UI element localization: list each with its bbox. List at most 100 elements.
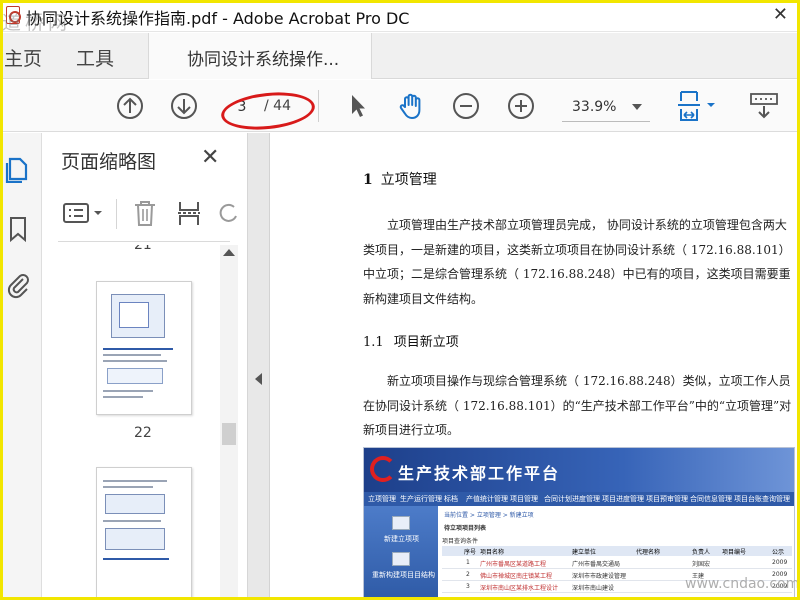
thumbnails-list: 21 22: [58, 245, 222, 600]
embedded-cell: 深圳市南山区某排水工程设计: [480, 585, 559, 592]
embedded-side-label: 重新构建项目目结构: [372, 571, 435, 579]
thumbnail-image-block: [105, 528, 165, 550]
embedded-sidebar: 新建立项项 重新构建项目目结构: [364, 506, 438, 599]
embedded-nav-item: 项目预审管理: [646, 495, 688, 503]
thumbnail-text-line: [103, 354, 161, 356]
embedded-col-header: 负责人: [692, 549, 711, 556]
window-title: 协同设计系统操作指南.pdf - Adobe Acrobat Pro DC: [26, 9, 410, 28]
scroll-up-arrow-icon[interactable]: [223, 249, 235, 256]
embedded-nav-item: 项目台账查询管理: [734, 495, 790, 503]
thumbnail-image-block: [105, 494, 165, 514]
tab-row: 主页 工具 协同设计系统操作...: [0, 33, 800, 79]
page-thumbnails-icon[interactable]: [4, 155, 32, 183]
embedded-cell: 3: [466, 583, 470, 590]
embedded-nav-item: 生产运行管理: [400, 495, 442, 503]
zoom-level-value: 33.9%: [572, 99, 617, 115]
title-bar: 协同设计系统操作指南.pdf - Adobe Acrobat Pro DC ✕: [0, 0, 800, 32]
section-title: 立项管理: [380, 172, 437, 188]
rotate-page-icon[interactable]: [218, 199, 238, 227]
collapse-panel-arrow-icon[interactable]: [255, 373, 262, 385]
tab-home[interactable]: 主页: [4, 44, 42, 71]
thumbnail-text-line: [103, 558, 169, 560]
subsection-title: 项目新立项: [393, 335, 459, 350]
embedded-title: 生产技术部工作平台: [398, 464, 561, 483]
thumbnail-image-block: [107, 368, 163, 384]
thumbnail-text-line: [103, 360, 167, 362]
insert-page-icon[interactable]: [176, 199, 202, 227]
zoom-in-icon: [508, 93, 534, 119]
embedded-table-row: 3 深圳市南山区某排水工程设计 深圳市南山建设 2009: [442, 582, 792, 593]
embedded-filter-label: 项目查询条件: [442, 538, 479, 545]
section-heading: 1 立项管理: [363, 169, 437, 189]
prev-page-button[interactable]: [112, 88, 148, 124]
embedded-side-label: 新建立项项: [384, 535, 419, 543]
scrollbar-thumb[interactable]: [222, 423, 236, 445]
keyboard-scroll-icon: [750, 93, 778, 119]
section-number: 1: [363, 172, 373, 188]
embedded-nav-item: 立项管理: [368, 495, 396, 503]
thumbnail-text-line: [103, 348, 173, 350]
thumbnail-text-line: [103, 396, 143, 398]
thumbnail-label: 22: [134, 425, 152, 441]
embedded-main: 当前位置 > 立项管理 > 新建立项 待立项项目列表 项目查询条件 序号 项目名…: [438, 506, 794, 599]
acrobat-app-icon: [6, 6, 21, 24]
page-thumbnails-panel: 页面缩略图 ✕ 21 22: [43, 133, 248, 600]
embedded-nav: 立项管理 生产运行管理 标档 产值统计管理 项目管理 合同计划进度管理 项目进度…: [364, 492, 794, 506]
hand-tool-icon: [399, 93, 421, 119]
thumbnail-page[interactable]: [96, 467, 192, 600]
embedded-nav-item: 项目进度管理: [602, 495, 644, 503]
prev-page-icon: [117, 93, 143, 119]
tab-document[interactable]: 协同设计系统操作...: [148, 33, 372, 79]
thumbnail-text-line: [103, 480, 167, 482]
embedded-screenshot: 生产技术部工作平台 立项管理 生产运行管理 标档 产值统计管理 项目管理 合同计…: [363, 447, 795, 600]
zoom-in-button[interactable]: [503, 88, 539, 124]
fit-page-icon: [678, 91, 715, 121]
toolbar-divider: [318, 90, 319, 122]
embedded-table-header: 序号 项目名称 建立单位 代理名称 负责人 项目编号 公示: [442, 546, 792, 556]
thumbnail-dialog-block: [119, 302, 149, 328]
zoom-level-dropdown[interactable]: 33.9%: [562, 94, 650, 122]
embedded-cell: 2: [466, 571, 470, 578]
zoom-out-button[interactable]: [448, 88, 484, 124]
thumbnail-label: 21: [134, 245, 152, 253]
embedded-col-header: 项目名称: [480, 549, 505, 556]
document-view: 1 立项管理 立项管理由生产技术部立项管理员完成， 协同设计系统的立项管理包含两大…: [271, 133, 800, 600]
embedded-nav-item: 合同计划进度管理: [544, 495, 600, 503]
zoom-out-icon: [453, 93, 479, 119]
panel-splitter[interactable]: [248, 133, 270, 600]
embedded-nav-item: 产值统计管理: [466, 495, 508, 503]
embedded-cell: 2009: [772, 559, 788, 566]
tab-tools[interactable]: 工具: [76, 44, 114, 71]
select-tool-button[interactable]: [340, 88, 376, 124]
embedded-nav-item: 项目管理: [510, 495, 538, 503]
subsection-number: 1.1: [363, 335, 384, 350]
next-page-button[interactable]: [166, 88, 202, 124]
embedded-cell: 深圳市市政建设管理: [572, 573, 627, 580]
embedded-section-title: 待立项项目列表: [444, 525, 487, 532]
embedded-cell: 2009: [772, 571, 788, 578]
thumbnail-text-line: [103, 486, 153, 488]
embedded-banner: 生产技术部工作平台: [364, 448, 794, 492]
window-close-button[interactable]: ✕: [773, 4, 788, 25]
thumbnail-page[interactable]: [96, 281, 192, 415]
thumbnails-scrollbar[interactable]: [220, 245, 238, 600]
left-icon-rail: [0, 133, 42, 600]
keyboard-scroll-button[interactable]: [744, 88, 784, 124]
embedded-cell: 深圳市南山建设: [572, 585, 615, 592]
attachment-paperclip-icon[interactable]: [4, 271, 32, 299]
panel-toolbar: [58, 195, 238, 235]
subsection-heading: 1.1 项目新立项: [363, 331, 469, 350]
delete-trash-icon[interactable]: [132, 199, 158, 227]
fit-page-button[interactable]: [672, 88, 722, 124]
panel-close-button[interactable]: ✕: [201, 145, 219, 170]
thumbnail-options-icon[interactable]: [62, 201, 108, 225]
embedded-table-row: 2 佛山市禅城区南庄镇某工程 深圳市市政建设管理 王建 2009: [442, 570, 792, 581]
embedded-nav-item: 合同信息管理: [690, 495, 732, 503]
embedded-col-header: 项目编号: [722, 549, 747, 556]
embedded-nav-item: 标档: [444, 495, 458, 503]
hand-tool-button[interactable]: [393, 88, 429, 124]
bookmark-icon[interactable]: [4, 215, 32, 243]
embedded-cell: 王建: [692, 573, 705, 580]
embedded-logo: [370, 456, 396, 482]
tab-document-label: 协同设计系统操作...: [187, 50, 340, 70]
